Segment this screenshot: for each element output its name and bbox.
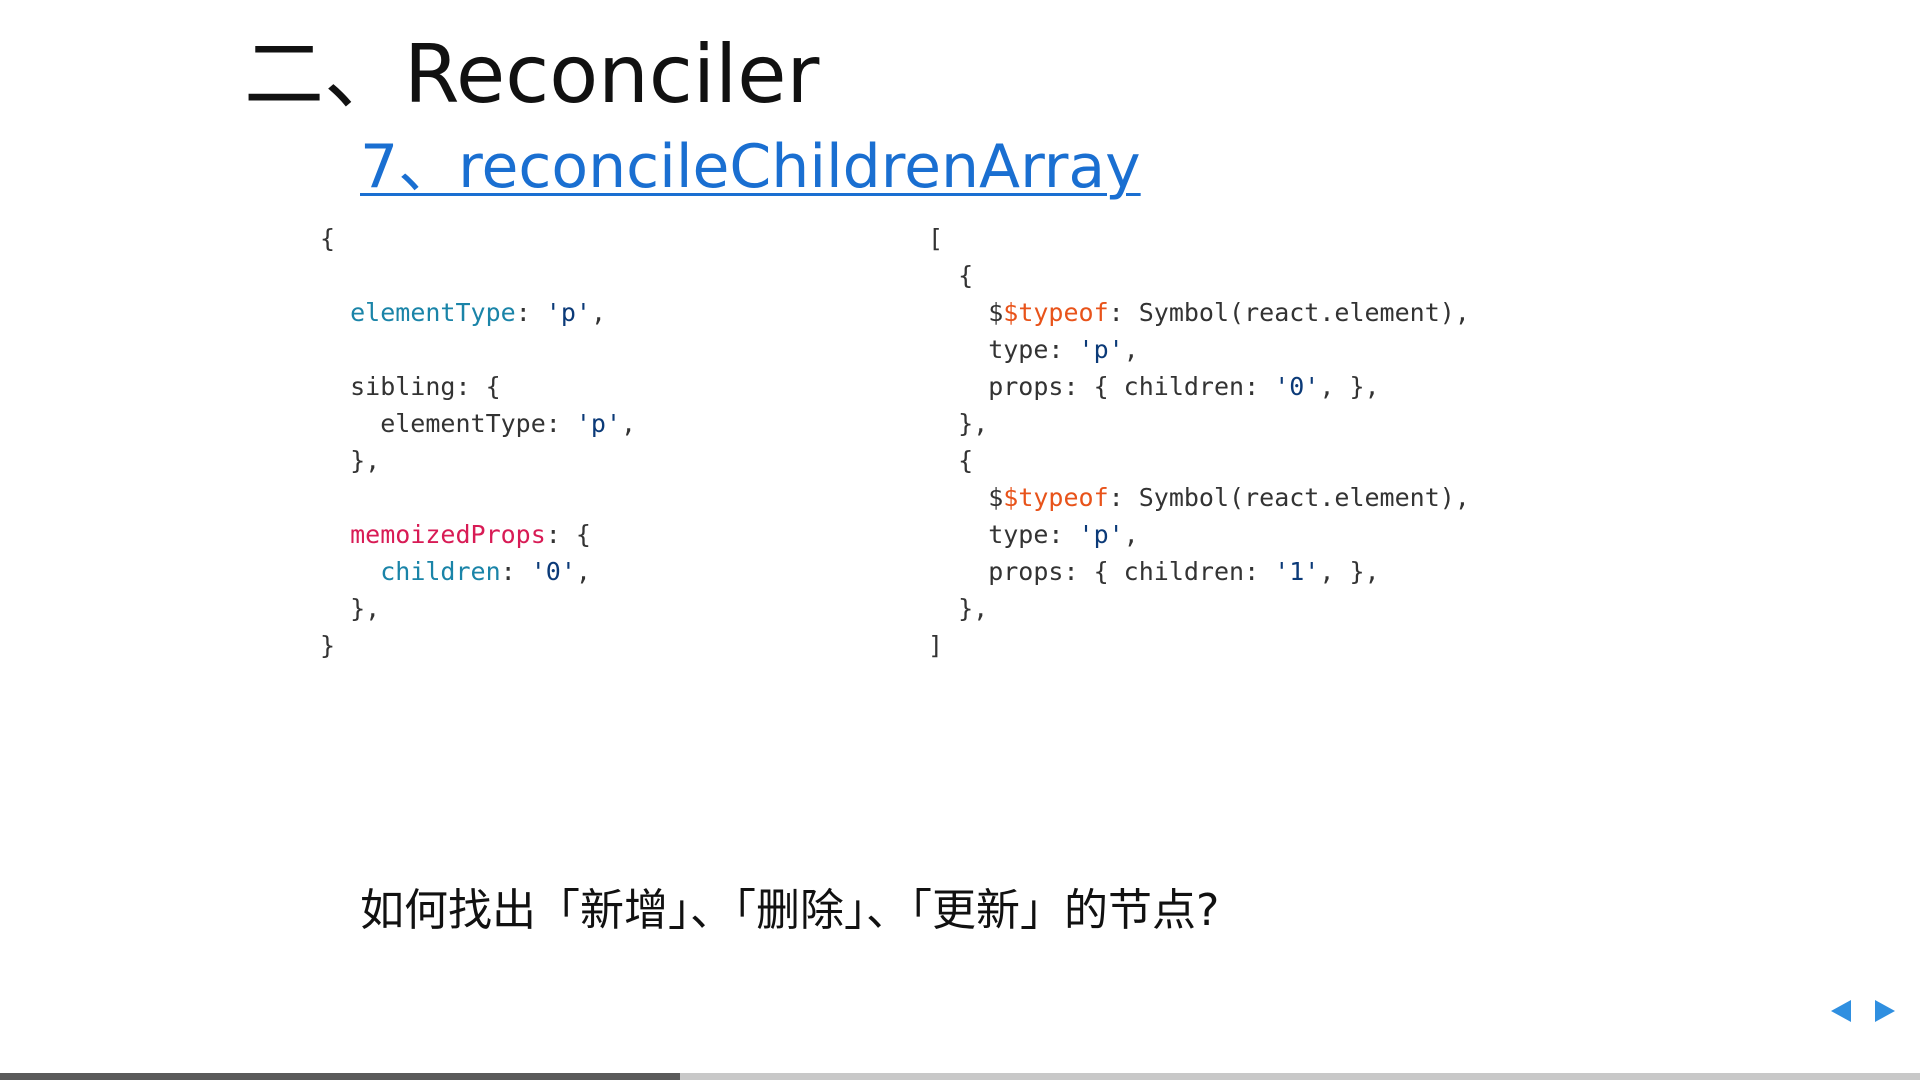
- code-token: ,: [590, 298, 607, 327]
- code-token: sibling: {: [320, 372, 501, 401]
- code-line: elementType: 'p',: [320, 294, 636, 331]
- code-token: {: [928, 261, 974, 290]
- code-token: elementType: [350, 298, 516, 327]
- code-block-fiber: { elementType: 'p', sibling: { elementTy…: [320, 220, 636, 664]
- code-token: : Symbol(react.element),: [1108, 298, 1470, 327]
- code-token: : Symbol(react.element),: [1108, 483, 1470, 512]
- code-token: ]: [928, 631, 944, 660]
- code-token: elementType:: [320, 409, 576, 438]
- code-token: },: [320, 594, 381, 623]
- code-line: }: [320, 627, 636, 664]
- question-text: 如何找出「新增」、「删除」、「更新」的节点?: [360, 885, 1220, 936]
- code-line: {: [928, 257, 1470, 294]
- code-token: 'p': [1078, 520, 1124, 549]
- code-line: },: [320, 442, 636, 479]
- code-token: 'p': [545, 298, 591, 327]
- code-token: '1': [1274, 557, 1320, 586]
- code-token: '0': [530, 557, 576, 586]
- next-slide-button[interactable]: [1872, 998, 1898, 1024]
- code-line: elementType: 'p',: [320, 405, 636, 442]
- code-token: ,: [1123, 520, 1139, 549]
- code-token: :: [515, 298, 546, 327]
- code-token: props: { children:: [928, 557, 1275, 586]
- code-token: $: [928, 483, 1004, 512]
- code-line: type: 'p',: [928, 516, 1470, 553]
- slide-navigation: [1828, 998, 1898, 1024]
- code-token: 'p': [575, 409, 622, 438]
- code-token: {: [928, 446, 974, 475]
- code-token: props: { children:: [928, 372, 1275, 401]
- code-token: },: [320, 446, 381, 475]
- slide: 二、Reconciler 7、reconcileChildrenArray { …: [0, 0, 1920, 1080]
- code-token: memoizedProps: [350, 520, 546, 549]
- code-line: sibling: {: [320, 368, 636, 405]
- code-line: [: [928, 220, 1470, 257]
- code-line: },: [928, 405, 1470, 442]
- code-line: },: [928, 590, 1470, 627]
- code-token: 'p': [1078, 335, 1124, 364]
- code-token: ,: [621, 409, 637, 438]
- slide-subtitle-link[interactable]: 7、reconcileChildrenArray: [360, 118, 1141, 205]
- code-line: {: [320, 220, 636, 257]
- code-token: :: [500, 557, 531, 586]
- code-token: children: [380, 557, 501, 586]
- code-line: type: 'p',: [928, 331, 1470, 368]
- code-line: $$typeof: Symbol(react.element),: [928, 479, 1470, 516]
- triangle-right-icon: [1875, 1000, 1895, 1022]
- code-line: },: [320, 590, 636, 627]
- progress-bar-fill: [0, 1073, 680, 1080]
- progress-bar: [0, 1073, 1920, 1080]
- code-line: $$typeof: Symbol(react.element),: [928, 294, 1470, 331]
- code-line: children: '0',: [320, 553, 636, 590]
- code-line: props: { children: '1', },: [928, 553, 1470, 590]
- code-token: $typeof: [1003, 298, 1109, 327]
- code-line: props: { children: '0', },: [928, 368, 1470, 405]
- code-line: {: [928, 442, 1470, 479]
- code-token: ,: [575, 557, 591, 586]
- code-token: type:: [928, 520, 1079, 549]
- code-token: {: [320, 224, 336, 253]
- code-token: ,: [1123, 335, 1139, 364]
- code-token: , },: [1319, 372, 1380, 401]
- prev-slide-button[interactable]: [1828, 998, 1854, 1024]
- code-line: memoizedProps: {: [320, 516, 636, 553]
- code-token: }: [320, 631, 336, 660]
- code-token: : {: [545, 520, 591, 549]
- code-token: $typeof: [1003, 483, 1109, 512]
- code-token: },: [928, 594, 989, 623]
- code-block-elements-array: [ { $$typeof: Symbol(react.element), typ…: [928, 220, 1470, 664]
- code-token: , },: [1319, 557, 1380, 586]
- code-line: ]: [928, 627, 1470, 664]
- code-token: '0': [1274, 372, 1320, 401]
- code-token: $: [928, 298, 1004, 327]
- code-token: },: [928, 409, 989, 438]
- slide-title: 二、Reconciler: [244, 28, 820, 121]
- code-token: type:: [928, 335, 1079, 364]
- triangle-left-icon: [1831, 1000, 1851, 1022]
- code-token: [: [928, 224, 944, 253]
